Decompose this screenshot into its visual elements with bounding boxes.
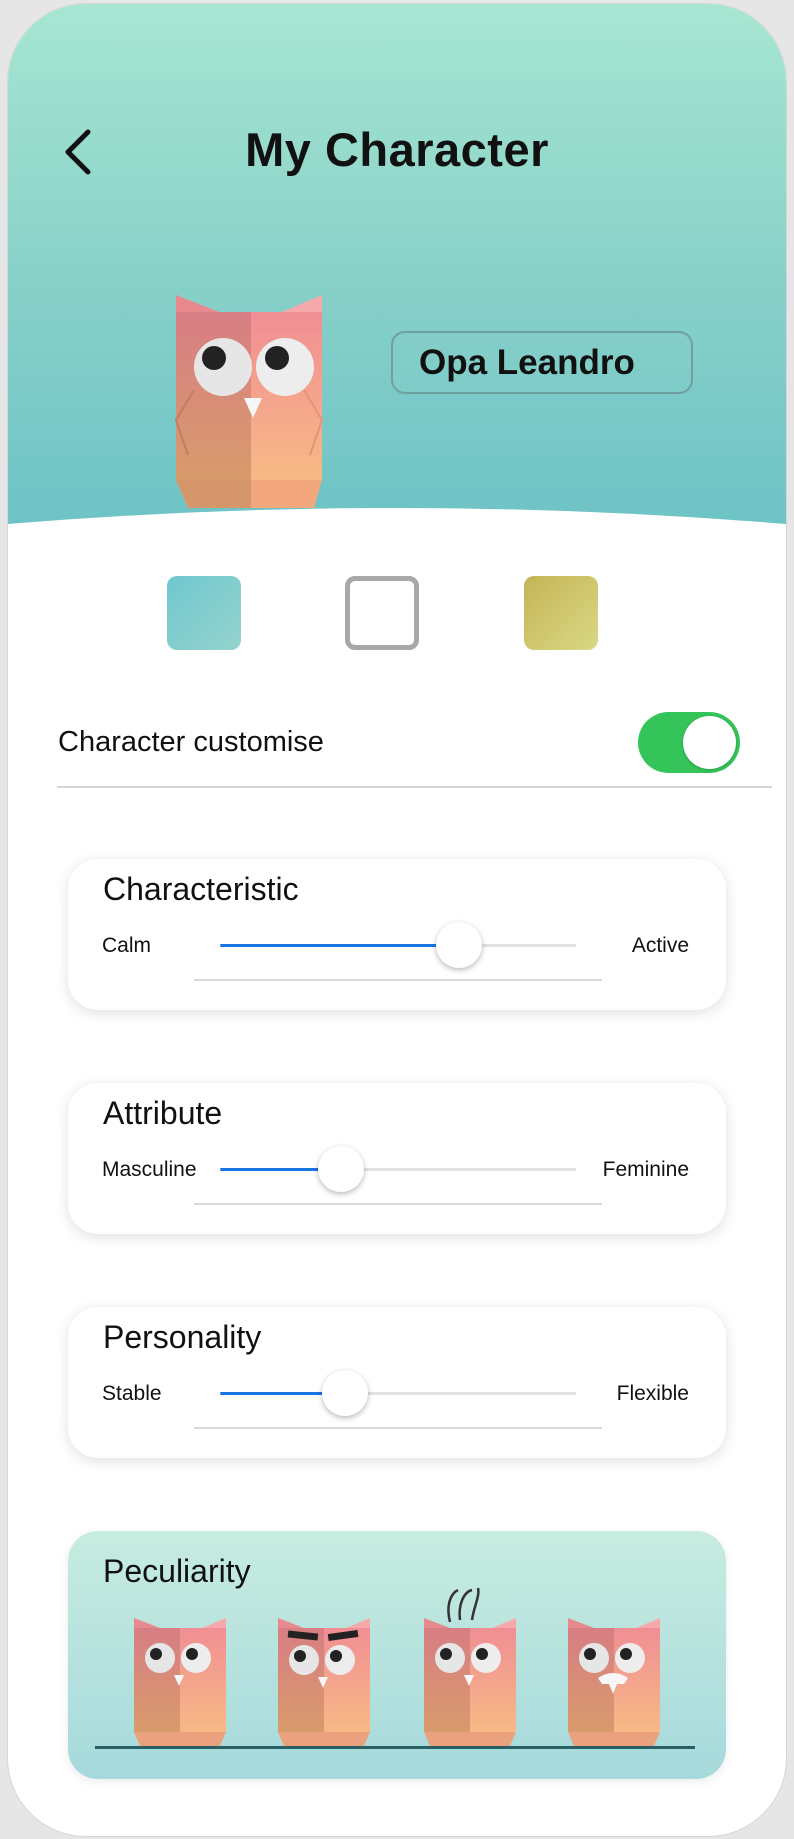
attribute-slider[interactable] [220,1146,576,1192]
page-title: My Character [245,123,549,176]
slider-right-label: Active [631,934,689,957]
slider-left-label: Masculine [102,1158,197,1181]
header-banner: My Character Opa Leandro [8,4,786,524]
card-title: Characteristic [103,871,299,907]
color-swatch-empty[interactable] [345,576,419,650]
peculiarity-baseline [95,1746,695,1749]
peculiarity-card: Peculiarity [68,1531,726,1779]
card-underline [194,1203,602,1205]
slider-fill [220,944,459,947]
attribute-card: Attribute Masculine Feminine [68,1083,726,1234]
customise-toggle[interactable] [638,712,740,773]
slider-thumb[interactable] [322,1370,368,1416]
card-underline [194,1427,602,1429]
header-curve [8,508,786,570]
card-title: Personality [103,1319,262,1355]
owl-variant-eyebrows[interactable] [274,1616,374,1748]
owl-variant-plain[interactable] [130,1616,230,1748]
personality-slider[interactable] [220,1370,576,1416]
divider [57,786,772,788]
card-underline [194,979,602,981]
toggle-knob [683,716,736,769]
card-title: Peculiarity [103,1553,251,1589]
owl-avatar [174,295,324,508]
customise-label: Character customise [58,726,324,758]
character-name-field[interactable]: Opa Leandro [391,331,693,394]
color-swatch-teal[interactable] [167,576,241,650]
characteristic-slider[interactable] [220,922,576,968]
card-title: Attribute [103,1095,223,1131]
slider-left-label: Stable [102,1382,162,1405]
slider-left-label: Calm [102,934,152,957]
slider-thumb[interactable] [436,922,482,968]
phone-screen: My Character Opa Leandro Character custo… [8,4,786,1836]
owl-variant-hair[interactable] [420,1586,520,1748]
personality-card: Personality Stable Flexible [68,1307,726,1458]
characteristic-card: Characteristic Calm Active [68,859,726,1010]
slider-right-label: Feminine [602,1158,689,1181]
slider-right-label: Flexible [616,1382,689,1405]
color-swatch-olive[interactable] [524,576,598,650]
owl-variant-teeth[interactable] [564,1616,664,1748]
slider-thumb[interactable] [318,1146,364,1192]
